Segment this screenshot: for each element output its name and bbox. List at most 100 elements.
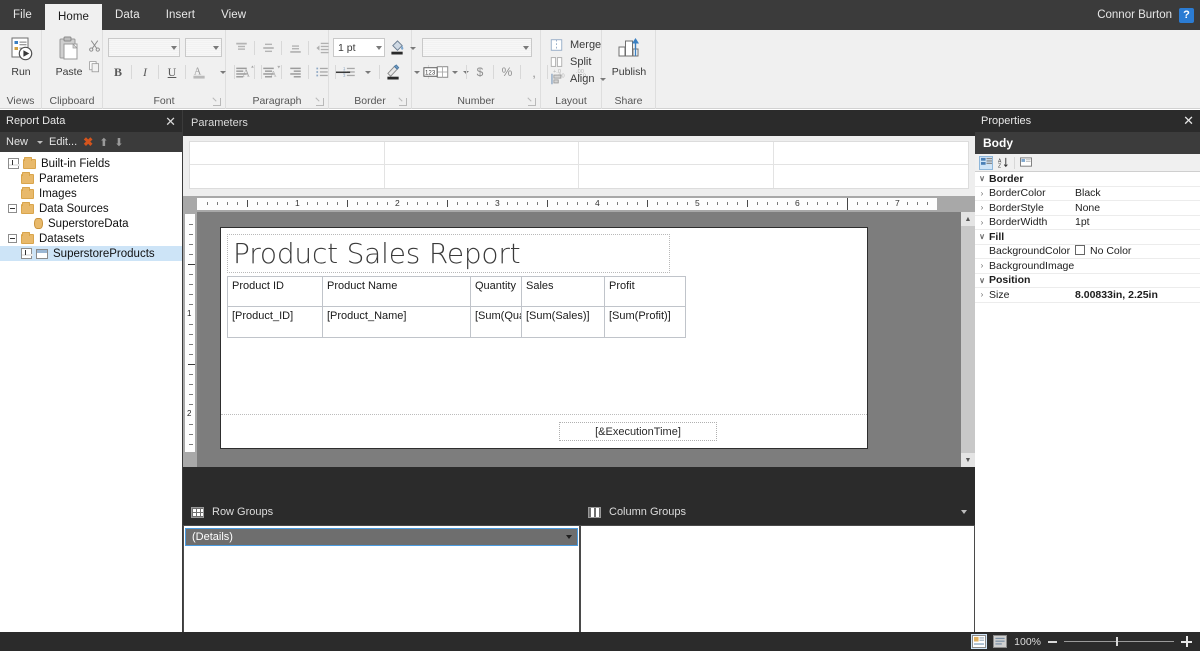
number-category-button[interactable]: 123 xyxy=(420,62,441,82)
execution-time-textbox[interactable]: [&ExecutionTime] xyxy=(559,422,717,441)
property-row-borderwidth[interactable]: › BorderWidth 1pt xyxy=(975,216,1200,231)
column-groups-menu-icon[interactable] xyxy=(961,510,967,514)
design-view-icon[interactable] xyxy=(972,635,986,648)
currency-button[interactable]: $ xyxy=(470,62,490,82)
collapser-icon[interactable] xyxy=(8,234,17,243)
tab-insert[interactable]: Insert xyxy=(153,0,208,30)
tablix-header-row[interactable]: Product ID Product Name Quantity Sales P… xyxy=(228,277,685,307)
tablix-detail-cell[interactable]: [Product_Name] xyxy=(323,307,471,337)
zoom-slider-knob[interactable] xyxy=(1116,637,1118,646)
tablix-header-cell[interactable]: Product Name xyxy=(323,277,471,307)
help-icon[interactable]: ? xyxy=(1179,8,1194,23)
property-row-backgroundimage[interactable]: › BackgroundImage xyxy=(975,259,1200,274)
font-color-button[interactable]: A xyxy=(189,62,209,82)
property-category-border[interactable]: ∨ Border xyxy=(975,172,1200,187)
row-group-details-item[interactable]: (Details) xyxy=(185,528,578,546)
align-row[interactable]: Align xyxy=(546,69,606,89)
bold-button[interactable]: B xyxy=(108,62,128,82)
line-style-button[interactable] xyxy=(333,62,354,82)
align-bottom-button[interactable] xyxy=(285,38,305,58)
property-row-size[interactable]: › Size 8.00833in, 2.25in xyxy=(975,288,1200,303)
close-icon[interactable]: ✕ xyxy=(165,115,176,128)
move-up-icon[interactable]: ⬆ xyxy=(99,136,108,149)
parameter-cell[interactable] xyxy=(579,165,774,188)
italic-button[interactable]: I xyxy=(135,62,155,82)
parameters-grid[interactable] xyxy=(189,141,969,189)
property-row-backgroundcolor[interactable]: BackgroundColor No Color xyxy=(975,245,1200,260)
collapser-icon[interactable] xyxy=(8,204,17,213)
scroll-up-icon[interactable]: ▲ xyxy=(961,212,975,226)
chevron-right-icon[interactable]: › xyxy=(975,203,989,212)
line-style-dropdown[interactable] xyxy=(356,62,376,82)
property-pages-icon[interactable] xyxy=(1019,156,1033,170)
tablix-detail-cell[interactable]: [Sum(Sales)] xyxy=(522,307,605,337)
property-row-bordercolor[interactable]: › BorderColor Black xyxy=(975,187,1200,202)
tab-data[interactable]: Data xyxy=(102,0,153,30)
tablix-header-cell[interactable]: Sales xyxy=(522,277,605,307)
categorized-icon[interactable] xyxy=(979,156,993,170)
preview-view-icon[interactable] xyxy=(993,635,1007,648)
tablix-table[interactable]: Product ID Product Name Quantity Sales P… xyxy=(227,276,686,338)
zoom-slider[interactable] xyxy=(1064,635,1174,648)
parameters-pane[interactable] xyxy=(183,136,975,196)
property-category-fill[interactable]: ∨ Fill xyxy=(975,230,1200,245)
tree-item-images[interactable]: Images xyxy=(0,186,182,201)
property-value[interactable]: 1pt xyxy=(1075,216,1200,228)
tree-item-superstoredata[interactable]: SuperstoreData xyxy=(0,216,182,231)
parameter-cell[interactable] xyxy=(385,165,580,188)
border-color-button[interactable] xyxy=(383,62,403,82)
property-value[interactable]: 8.00833in, 2.25in xyxy=(1075,289,1200,301)
zoom-in-button[interactable] xyxy=(1181,636,1192,647)
tab-home[interactable]: Home xyxy=(45,4,102,30)
copy-button[interactable] xyxy=(84,56,104,76)
tablix-header-cell[interactable]: Product ID xyxy=(228,277,323,307)
expander-icon[interactable] xyxy=(8,158,19,169)
scrollbar-thumb[interactable] xyxy=(961,226,975,453)
align-right-button[interactable] xyxy=(285,62,305,82)
property-value[interactable]: None xyxy=(1075,202,1200,214)
font-dialog-launcher[interactable] xyxy=(213,98,221,106)
new-button[interactable]: New xyxy=(6,136,28,148)
tree-item-datasets[interactable]: Datasets xyxy=(0,231,182,246)
chevron-down-icon[interactable] xyxy=(557,529,577,545)
number-dialog-launcher[interactable] xyxy=(528,98,536,106)
tablix-detail-cell[interactable]: [Sum(Profit)] xyxy=(605,307,685,337)
number-category-dropdown[interactable] xyxy=(443,62,463,82)
chevron-right-icon[interactable]: › xyxy=(975,218,989,227)
close-icon[interactable]: ✕ xyxy=(1183,113,1194,129)
chevron-right-icon[interactable]: › xyxy=(975,189,989,198)
tree-item-built-in-fields[interactable]: Built-in Fields xyxy=(0,156,182,171)
publish-button[interactable]: Publish xyxy=(606,34,652,78)
tablix-header-cell[interactable]: Profit xyxy=(605,277,685,307)
parameter-cell[interactable] xyxy=(190,165,385,188)
cut-button[interactable] xyxy=(84,35,104,55)
property-value-wrap[interactable]: No Color xyxy=(1075,245,1200,257)
color-swatch-icon[interactable] xyxy=(1075,245,1085,255)
tree-item-superstoreproducts[interactable]: SuperstoreProducts xyxy=(0,246,182,261)
tree-item-parameters[interactable]: Parameters xyxy=(0,171,182,186)
parameter-cell[interactable] xyxy=(774,142,969,165)
border-dialog-launcher[interactable] xyxy=(399,98,407,106)
property-row-borderstyle[interactable]: › BorderStyle None xyxy=(975,201,1200,216)
parameter-cell[interactable] xyxy=(774,165,969,188)
number-format-combo[interactable] xyxy=(422,38,532,57)
design-vertical-scrollbar[interactable]: ▲ ▼ xyxy=(961,212,975,467)
property-category-position[interactable]: ∨ Position xyxy=(975,274,1200,289)
run-button[interactable]: Run xyxy=(0,34,44,78)
font-size-combo[interactable] xyxy=(185,38,222,57)
move-down-icon[interactable]: ⬇ xyxy=(114,136,123,149)
align-middle-button[interactable] xyxy=(258,38,278,58)
align-left-button[interactable] xyxy=(231,62,251,82)
new-dropdown-icon[interactable] xyxy=(37,141,43,144)
align-top-button[interactable] xyxy=(231,38,251,58)
align-center-button[interactable] xyxy=(258,62,278,82)
scroll-down-icon[interactable]: ▼ xyxy=(961,453,975,467)
parameter-cell[interactable] xyxy=(385,142,580,165)
chevron-down-icon[interactable]: ∨ xyxy=(975,276,989,285)
chevron-right-icon[interactable]: › xyxy=(975,261,989,270)
tablix-detail-row[interactable]: [Product_ID] [Product_Name] [Sum(Qua [Su… xyxy=(228,307,685,337)
tab-view[interactable]: View xyxy=(208,0,259,30)
parameter-cell[interactable] xyxy=(190,142,385,165)
tablix-detail-cell[interactable]: [Product_ID] xyxy=(228,307,323,337)
underline-button[interactable]: U xyxy=(162,62,182,82)
